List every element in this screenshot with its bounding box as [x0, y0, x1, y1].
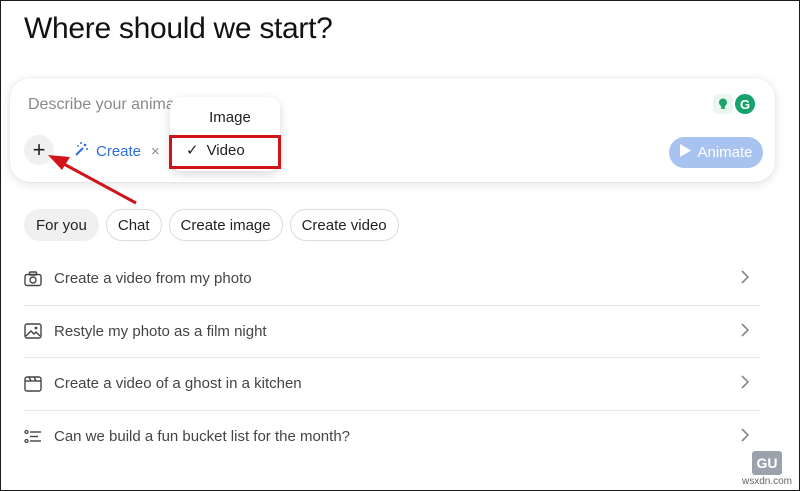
list-icon — [24, 429, 54, 445]
create-chip-label: Create — [96, 142, 142, 160]
suggestion-tabs: For you Chat Create image Create video — [24, 209, 399, 241]
list-item[interactable]: Create a video from my photo — [24, 253, 760, 306]
grammarly-icon[interactable]: G — [735, 94, 755, 114]
close-icon[interactable]: × — [151, 143, 160, 160]
tab-create-image[interactable]: Create image — [168, 209, 283, 241]
tab-chat[interactable]: Chat — [105, 209, 162, 241]
list-item[interactable]: Restyle my photo as a film night — [24, 306, 760, 358]
lightbulb-icon[interactable] — [713, 94, 733, 114]
extension-icons: G — [713, 94, 755, 114]
tab-create-video[interactable]: Create video — [289, 209, 399, 241]
watermark-text: wsxdn.com — [741, 476, 792, 487]
prompt-composer: G + Create × Animate — [10, 78, 775, 182]
page-title: Where should we start? — [24, 12, 333, 45]
chevron-right-icon — [740, 322, 750, 341]
menu-item-image[interactable]: Image — [170, 109, 280, 126]
camera-icon — [24, 271, 54, 287]
play-icon — [679, 144, 692, 161]
magic-wand-icon — [72, 140, 90, 162]
prompt-input[interactable] — [28, 96, 178, 114]
animate-button[interactable]: Animate — [669, 137, 763, 168]
suggestion-label: Create a video from my photo — [54, 270, 252, 288]
image-icon — [24, 323, 54, 339]
watermark: GU wsxdn.com — [742, 451, 792, 487]
chevron-right-icon — [740, 375, 750, 393]
chevron-right-icon — [740, 270, 750, 288]
tab-for-you[interactable]: For you — [24, 209, 99, 241]
suggestion-label: Restyle my photo as a film night — [54, 322, 267, 340]
chevron-right-icon — [740, 427, 750, 446]
add-button[interactable]: + — [24, 135, 54, 165]
suggestion-label: Can we build a fun bucket list for the m… — [54, 428, 351, 446]
animate-button-label: Animate — [697, 144, 753, 161]
clapperboard-icon — [24, 376, 54, 392]
list-item[interactable]: Can we build a fun bucket list for the m… — [24, 411, 760, 464]
create-chip[interactable]: Create × — [72, 140, 160, 162]
suggestion-label: Create a video of a ghost in a kitchen — [54, 375, 302, 393]
annotation-highlight-box — [169, 135, 281, 169]
suggestion-list: Create a video from my photo Restyle my … — [24, 253, 760, 463]
watermark-logo: GU — [752, 451, 782, 475]
list-item[interactable]: Create a video of a ghost in a kitchen — [24, 358, 760, 411]
